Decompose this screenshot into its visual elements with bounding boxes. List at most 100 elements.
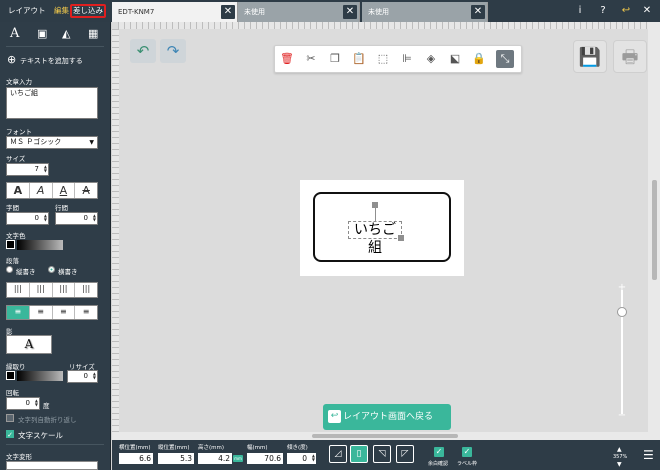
tab-label: 未使用	[368, 8, 389, 16]
shadow-button[interactable]: A	[6, 335, 52, 354]
print-icon[interactable]: 🖶	[613, 40, 647, 73]
add-text-button[interactable]: テキストを追加する	[20, 56, 83, 66]
label-frame-checkbox[interactable]: ✓	[462, 447, 472, 457]
align-icon[interactable]: ⊫	[398, 50, 416, 68]
app-window: レイアウト 編集 差し込み EDT-KNM7 ✕ 未使用 ✕ 未使用 ✕ i ?…	[0, 0, 660, 470]
spin-arrows-icon[interactable]: ▲ ▼	[41, 165, 47, 173]
text-color-swatch[interactable]	[6, 240, 15, 249]
size-stepper[interactable]: 7 ▲ ▼	[6, 163, 49, 176]
v-pos-field[interactable]: 5.3	[158, 453, 194, 464]
zoom-slider-knob[interactable]	[617, 307, 627, 317]
image-tool-icon[interactable]: ▣	[37, 27, 47, 40]
underline-style-button[interactable]: A	[53, 183, 76, 198]
lock-icon[interactable]: 🔒	[470, 50, 488, 68]
delete-icon[interactable]: 🗑	[278, 50, 296, 68]
spin-arrows-icon[interactable]: ▲ ▼	[90, 214, 96, 222]
italic-style-button[interactable]: A	[30, 183, 53, 198]
align-justify-icon[interactable]: ≡	[75, 306, 97, 319]
mode-tab-print[interactable]: 差し込み	[70, 4, 106, 18]
save-icon[interactable]: 💾	[573, 40, 607, 73]
mode-tab-edit[interactable]: 編集	[54, 4, 69, 18]
close-icon[interactable]: ✕	[221, 5, 235, 19]
tab-label: 未使用	[244, 8, 265, 16]
direction-icon[interactable]: |||	[7, 283, 30, 297]
vertical-scroll-thumb[interactable]	[652, 180, 657, 280]
text-color-gradient[interactable]	[17, 240, 63, 250]
copy-icon[interactable]: ❐	[326, 50, 344, 68]
mode-tab-layout[interactable]: レイアウト	[8, 4, 46, 18]
line-spacing-value: 0	[83, 214, 88, 222]
height-field[interactable]: 4.2	[198, 453, 232, 464]
text-input[interactable]: いちご組	[6, 87, 98, 119]
direction-icon[interactable]: |||	[75, 283, 97, 297]
tab-document-1[interactable]: EDT-KNM7 ✕	[112, 2, 238, 22]
label-frame-label: ラベル枠	[457, 461, 478, 467]
undo-button[interactable]: ↶	[130, 39, 156, 63]
return-icon[interactable]: ↩	[619, 4, 633, 18]
orientation-button-2[interactable]: ▯	[350, 445, 368, 463]
font-value: ＭＳ Ｐゴシック	[10, 138, 62, 146]
fit-icon[interactable]: ⤡	[496, 50, 514, 68]
rotation-stepper[interactable]: 0 ▲ ▼	[6, 397, 40, 410]
font-select[interactable]: ＭＳ Ｐゴシック ▼	[6, 136, 98, 149]
chevron-down-icon: ▼	[89, 139, 94, 146]
degree-unit: 度	[43, 402, 50, 410]
orientation-button-1[interactable]: ◿	[329, 445, 347, 463]
line-spacing-stepper[interactable]: 0 ▲ ▼	[55, 212, 98, 225]
back-to-layout-button[interactable]: ↩ レイアウト画面へ戻る	[323, 404, 451, 430]
align-right-icon[interactable]: ≡	[53, 306, 76, 319]
margin-check-checkbox[interactable]: ✓	[434, 447, 444, 457]
tab-document-2[interactable]: 未使用 ✕	[238, 2, 360, 22]
spin-arrows-icon[interactable]: ▲ ▼	[90, 372, 96, 380]
resize-handle[interactable]	[398, 235, 404, 241]
direction-icon[interactable]: |||	[53, 283, 76, 297]
tab-document-3[interactable]: 未使用 ✕	[362, 2, 488, 22]
vertical-radio[interactable]	[6, 266, 13, 273]
help-icon[interactable]: ?	[596, 4, 610, 18]
width-field[interactable]: 70.6	[247, 453, 283, 464]
wrap-checkbox[interactable]	[6, 414, 14, 422]
spin-arrows-icon[interactable]: ▲ ▼	[32, 399, 38, 407]
close-icon[interactable]: ✕	[471, 5, 485, 19]
horizontal-scroll-thumb[interactable]	[312, 434, 458, 438]
horizontal-label: 横書き	[58, 268, 78, 276]
align-center-icon[interactable]: ≡	[30, 306, 53, 319]
horizontal-radio[interactable]	[48, 266, 55, 273]
text-scale-checkbox[interactable]: ✓	[6, 430, 14, 439]
tilt-stepper[interactable]: 0 ▲ ▼	[287, 453, 316, 464]
orientation-button-4[interactable]: ◸	[396, 445, 414, 463]
rotate-handle[interactable]	[372, 202, 378, 208]
zoom-out-icon[interactable]: −	[617, 411, 627, 421]
redo-button[interactable]: ↷	[160, 39, 186, 63]
menu-icon[interactable]: ☰	[643, 448, 654, 462]
orientation-button-3[interactable]: ◹	[373, 445, 391, 463]
cut-icon[interactable]: ✂	[302, 50, 320, 68]
unit-toggle[interactable]: mm	[233, 455, 243, 462]
paste-icon[interactable]: 📋	[350, 50, 368, 68]
outline-size-stepper[interactable]: 0 ▲ ▼	[67, 370, 98, 383]
zoom-up-icon[interactable]: ▲	[617, 446, 622, 453]
zoom-down-icon[interactable]: ▼	[617, 461, 622, 468]
add-icon[interactable]: ⊕	[7, 53, 16, 66]
layer-icon[interactable]: ◈	[422, 50, 440, 68]
outline-color-gradient[interactable]	[17, 371, 63, 381]
align-left-icon[interactable]: ≡	[7, 306, 30, 319]
back-arrow-icon: ↩	[328, 410, 341, 423]
text-deform-buttons[interactable]	[6, 461, 98, 470]
char-spacing-stepper[interactable]: 0 ▲ ▼	[6, 212, 49, 225]
info-icon[interactable]: i	[573, 4, 587, 18]
h-pos-field[interactable]: 6.6	[119, 453, 153, 464]
select-icon[interactable]: ⬚	[374, 50, 392, 68]
close-window-icon[interactable]: ✕	[640, 4, 654, 18]
bold-style-button[interactable]: A	[7, 183, 30, 198]
transform-icon[interactable]: ⬕	[446, 50, 464, 68]
qrcode-tool-icon[interactable]: ▦	[88, 27, 98, 40]
shape-tool-icon[interactable]: ◭	[62, 27, 70, 40]
close-icon[interactable]: ✕	[343, 5, 357, 19]
strikethrough-style-button[interactable]: A	[75, 183, 97, 198]
spin-arrows-icon[interactable]: ▲ ▼	[309, 454, 315, 462]
outline-color-swatch[interactable]	[6, 371, 15, 380]
text-tool-icon[interactable]: A	[10, 26, 19, 41]
spin-arrows-icon[interactable]: ▲ ▼	[41, 214, 47, 222]
direction-icon[interactable]: |||	[30, 283, 53, 297]
